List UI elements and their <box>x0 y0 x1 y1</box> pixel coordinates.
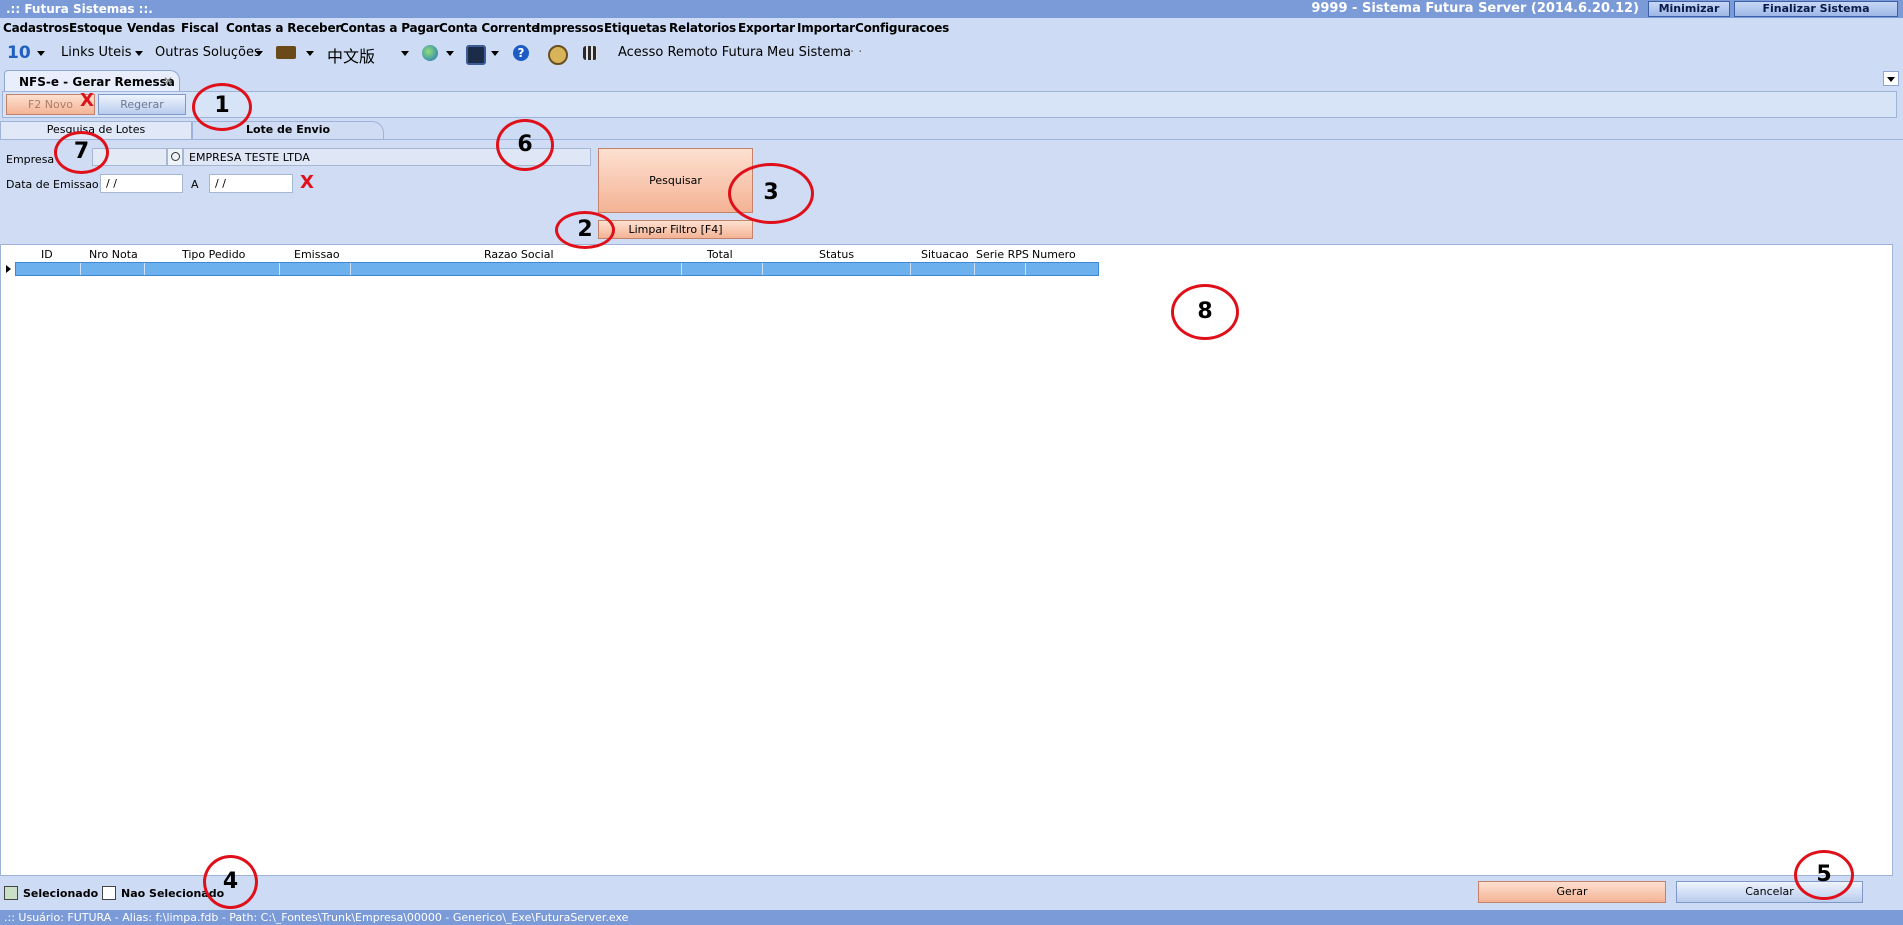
app-title: .:: Futura Sistemas ::. <box>6 2 153 16</box>
menu-fiscal[interactable]: Fiscal <box>181 21 219 35</box>
callout-2: 2 <box>555 211 615 249</box>
tab-list-dropdown[interactable] <box>1883 71 1899 86</box>
document-tab-label: NFS-e - Gerar Remessa <box>19 75 175 89</box>
date-from-field[interactable]: / / <box>100 174 183 193</box>
chevron-down-icon[interactable] <box>135 51 143 56</box>
callout-6: 6 <box>496 119 554 171</box>
row-indicator-icon <box>6 265 11 273</box>
callout-5: 5 <box>1794 850 1854 900</box>
column-status[interactable]: Status <box>819 248 854 261</box>
chevron-down-icon[interactable] <box>401 51 409 56</box>
document-tab[interactable]: NFS-e - Gerar Remessa ✕ <box>4 70 180 91</box>
chevron-down-icon[interactable] <box>255 51 263 56</box>
menu-cadastros[interactable]: Cadastros <box>3 21 69 35</box>
clear-dates-icon[interactable]: X <box>300 172 314 193</box>
grid-header: ID Nro Nota Tipo Pedido Emissao Razao So… <box>1 245 1099 274</box>
menu-importar[interactable]: Importar <box>797 21 855 35</box>
callout-1: 1 <box>192 83 252 131</box>
minimize-button[interactable]: Minimizar <box>1648 1 1730 17</box>
company-lookup-button[interactable] <box>167 148 183 166</box>
menu-estoque[interactable]: Estoque <box>69 21 122 35</box>
callout-8: 8 <box>1171 284 1239 340</box>
chevron-down-icon <box>1887 77 1895 82</box>
menu-contas-pagar[interactable]: Contas a Pagar <box>340 21 440 35</box>
column-situation[interactable]: Situacao <box>921 248 969 261</box>
my-system-link[interactable]: Meu Sistema <box>767 45 851 60</box>
chinese-version-link[interactable]: 中文版 <box>327 43 375 67</box>
close-mark-icon: X <box>80 90 94 111</box>
chevron-down-icon[interactable] <box>446 51 454 56</box>
cell-divider <box>681 263 682 275</box>
not-selected-legend-swatch <box>102 886 116 900</box>
user-icon[interactable] <box>548 45 568 65</box>
selected-legend-label: Selecionado <box>23 887 99 900</box>
server-title: 9999 - Sistema Futura Server (2014.6.20.… <box>1311 1 1639 16</box>
menu-vendas[interactable]: Vendas <box>127 21 175 35</box>
company-label: Empresa <box>6 153 55 166</box>
cell-divider <box>910 263 911 275</box>
cell-divider <box>974 263 975 275</box>
column-company-name[interactable]: Razao Social <box>484 248 554 261</box>
cell-divider <box>279 263 280 275</box>
menu-conta-corrente[interactable]: Conta Corrente <box>439 21 539 35</box>
search-icon <box>171 152 180 161</box>
menu-relatorios[interactable]: Relatorios <box>669 21 736 35</box>
cell-divider <box>144 263 145 275</box>
menu-exportar[interactable]: Exportar <box>738 21 795 35</box>
date-to-label: A <box>191 178 199 191</box>
bottom-panel: Selecionado Nao Selecionado Gerar Cancel… <box>0 876 1903 910</box>
clear-filter-button[interactable]: Limpar Filtro [F4] <box>598 220 753 239</box>
menu-configuracoes[interactable]: Configuracoes <box>855 21 949 35</box>
remote-access-link[interactable]: Acesso Remoto Futura <box>618 45 763 60</box>
menu-impressos[interactable]: Impressos <box>536 21 604 35</box>
grid-apps-icon[interactable] <box>583 46 597 60</box>
links-uteis-menu[interactable]: Links Uteis <box>61 45 132 60</box>
column-rps-series[interactable]: Serie RPS <box>976 248 1029 261</box>
chevron-down-icon[interactable] <box>491 51 499 56</box>
close-icon[interactable]: ✕ <box>163 74 173 88</box>
toolbar-dots: · · <box>850 45 863 60</box>
column-issue-date[interactable]: Emissao <box>294 248 340 261</box>
column-order-type[interactable]: Tipo Pedido <box>182 248 245 261</box>
issue-date-label: Data de Emissao: <box>6 178 103 191</box>
plugin-icon[interactable] <box>276 46 296 59</box>
date-to-field[interactable]: / / <box>209 174 293 193</box>
chevron-down-icon[interactable] <box>306 51 314 56</box>
chevron-down-icon[interactable] <box>37 51 45 56</box>
filter-panel: Empresa EMPRESA TESTE LTDA Data de Emiss… <box>0 139 1903 244</box>
separator-dot: · <box>756 45 761 60</box>
globe-icon[interactable] <box>422 45 438 61</box>
results-grid[interactable]: ID Nro Nota Tipo Pedido Emissao Razao So… <box>0 244 1893 876</box>
cell-divider <box>350 263 351 275</box>
help-icon[interactable]: ? <box>513 45 529 61</box>
status-bar: .:: Usuário: FUTURA - Alias: f:\limpa.fd… <box>0 910 1903 925</box>
callout-3: 3 <box>728 163 814 224</box>
menu-etiquetas[interactable]: Etiquetas <box>604 21 667 35</box>
version-badge-icon[interactable]: 10 <box>7 43 31 63</box>
menu-bar: Cadastros Estoque Vendas Fiscal Contas a… <box>0 18 1903 38</box>
generate-button[interactable]: Gerar <box>1478 881 1666 903</box>
outras-solucoes-menu[interactable]: Outras Soluções <box>155 45 261 60</box>
cell-divider <box>762 263 763 275</box>
callout-4: 4 <box>203 855 258 909</box>
save-icon[interactable] <box>466 45 486 65</box>
callout-7: 7 <box>54 131 109 174</box>
cell-divider <box>80 263 81 275</box>
regen-button[interactable]: Regerar <box>98 94 186 115</box>
action-bar <box>2 91 1897 118</box>
cell-divider <box>1025 263 1026 275</box>
selected-legend-swatch <box>4 886 18 900</box>
toolbar: 10 Links Uteis Outras Soluções 中文版 ? Ace… <box>0 40 1903 68</box>
menu-contas-receber[interactable]: Contas a Receber <box>226 21 341 35</box>
table-row[interactable] <box>15 262 1099 276</box>
exit-system-button[interactable]: Finalizar Sistema <box>1734 1 1898 17</box>
column-total[interactable]: Total <box>707 248 733 261</box>
column-id[interactable]: ID <box>41 248 53 261</box>
title-bar: .:: Futura Sistemas ::. 9999 - Sistema F… <box>0 0 1903 18</box>
column-invoice-number[interactable]: Nro Nota <box>89 248 138 261</box>
